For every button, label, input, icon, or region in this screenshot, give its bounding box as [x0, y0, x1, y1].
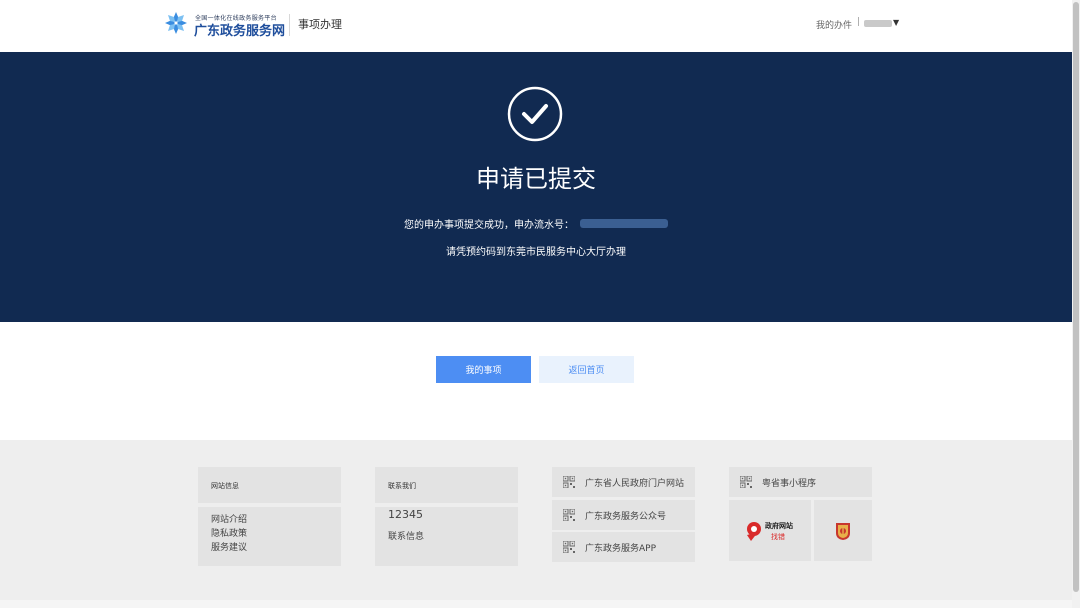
- site-info-title: 网站信息: [211, 482, 239, 490]
- success-banner: 申请已提交 您的申办事项提交成功，申办流水号： 请凭预约码到东莞市民服务中心大厅…: [0, 52, 1080, 322]
- my-items-link[interactable]: 我的办件: [816, 18, 852, 31]
- qr-code-icon: [740, 476, 752, 488]
- contact-title: 联系我们: [388, 482, 416, 490]
- chevron-down-icon[interactable]: ▼: [893, 18, 899, 27]
- logo-title[interactable]: 广东政务服务网: [194, 20, 285, 39]
- instruction-text: 请凭预约码到东莞市民服务中心大厅办理: [446, 247, 626, 258]
- portal-gov-website[interactable]: 广东省人民政府门户网站: [552, 467, 695, 497]
- emblem-icon: [836, 523, 850, 540]
- portal-app[interactable]: 广东政务服务APP: [552, 532, 695, 562]
- portal-label: 广东政务服务APP: [585, 544, 657, 554]
- gov-emblem-badge[interactable]: [814, 500, 872, 561]
- mini-program-header[interactable]: 粤省事小程序: [729, 467, 872, 497]
- link-site-intro[interactable]: 网站介绍: [211, 512, 247, 525]
- user-name[interactable]: [864, 20, 892, 27]
- contact-details: 12345 联系信息: [375, 507, 518, 566]
- portal-label: 广东政务服务公众号: [585, 512, 667, 522]
- site-info-header: 网站信息: [198, 467, 341, 503]
- gov-website-error-badge[interactable]: 政府网站 找错: [729, 500, 811, 561]
- link-privacy-policy[interactable]: 隐私政策: [211, 526, 247, 539]
- link-service-suggestion[interactable]: 服务建议: [211, 540, 247, 553]
- scrollbar-thumb[interactable]: [1073, 2, 1079, 592]
- hotline-number: 12345: [388, 508, 423, 521]
- footer: 网站信息 网站介绍 隐私政策 服务建议 联系我们 12345 联系信息 广东省人…: [0, 440, 1080, 608]
- portal-wechat-official[interactable]: 广东政务服务公众号: [552, 500, 695, 530]
- serial-number: [580, 219, 668, 228]
- portal-label: 广东省人民政府门户网站: [585, 479, 685, 489]
- check-circle-icon: [507, 86, 563, 142]
- qr-code-icon: [563, 509, 575, 521]
- qr-code-icon: [563, 476, 575, 488]
- contact-header: 联系我们: [375, 467, 518, 503]
- my-items-button[interactable]: 我的事项: [436, 356, 531, 383]
- section-title[interactable]: 事项办理: [298, 16, 342, 32]
- top-header: 全国一体化在线政务服务平台 广东政务服务网 事项办理 我的办件 | ▼: [0, 0, 1080, 52]
- page-scrollbar[interactable]: [1072, 0, 1080, 608]
- footer-bottom-strip: [0, 600, 1080, 608]
- link-contact-info[interactable]: 联系信息: [388, 529, 424, 542]
- mini-program-label: 粤省事小程序: [762, 479, 817, 489]
- back-home-button[interactable]: 返回首页: [539, 356, 634, 383]
- badge-subtitle: 找错: [771, 533, 785, 541]
- header-separator: |: [857, 17, 861, 27]
- header-divider: [289, 14, 290, 36]
- logo-icon[interactable]: [164, 11, 188, 35]
- qr-code-icon: [563, 541, 575, 553]
- site-info-links: 网站介绍 隐私政策 服务建议: [198, 507, 341, 566]
- submit-message: 您的申办事项提交成功，申办流水号：: [404, 220, 574, 231]
- page-title: 申请已提交: [476, 165, 596, 193]
- badge-title: 政府网站: [765, 522, 793, 530]
